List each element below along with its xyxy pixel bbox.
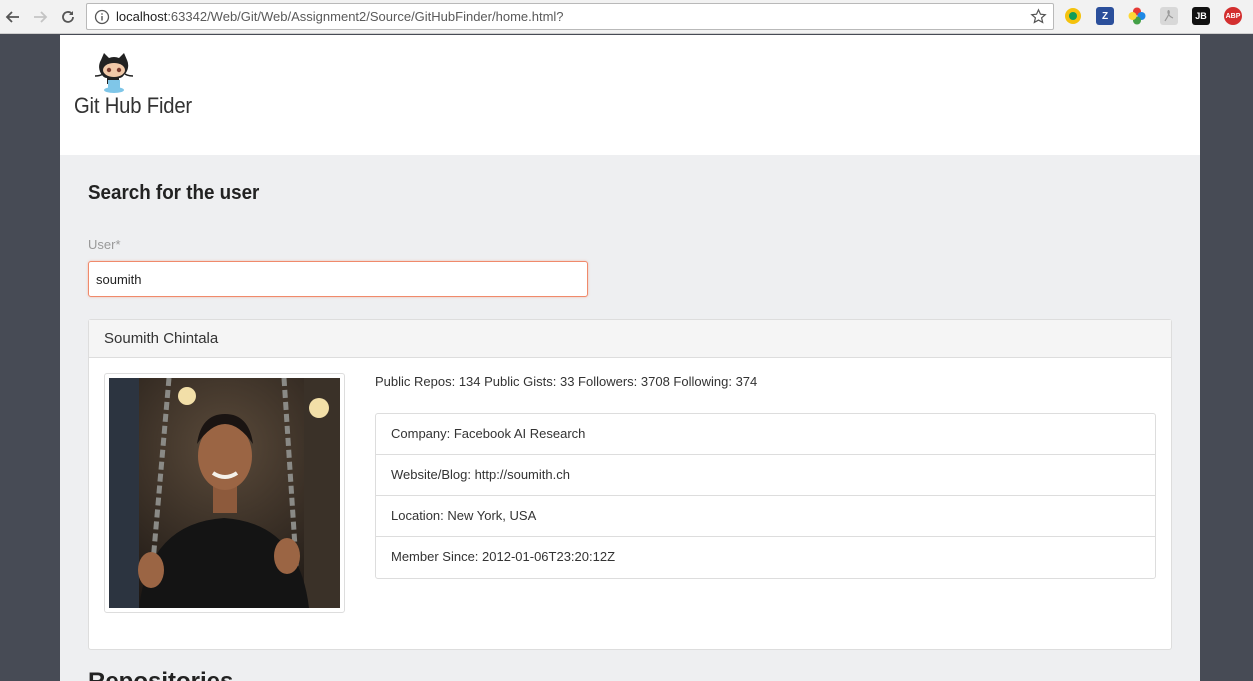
bookmark-star-icon[interactable] bbox=[1030, 8, 1047, 25]
website-item: Website/Blog: http://soumith.ch bbox=[376, 455, 1155, 496]
profile-stats: Public Repos: 134 Public Gists: 33 Follo… bbox=[375, 374, 758, 389]
page-container: Git Hub Fider Search for the user User* … bbox=[60, 35, 1200, 681]
adblock-plus-icon[interactable]: ABP bbox=[1224, 7, 1242, 25]
reload-button[interactable] bbox=[57, 6, 79, 28]
octocat-logo-icon[interactable] bbox=[93, 50, 135, 94]
back-button[interactable] bbox=[2, 6, 24, 28]
zotero-icon[interactable]: Z bbox=[1096, 7, 1114, 25]
jetbrains-icon[interactable]: JB bbox=[1192, 7, 1210, 25]
browser-toolbar: localhost:63342/Web/Git/Web/Assignment2/… bbox=[0, 0, 1253, 34]
url-text: localhost:63342/Web/Git/Web/Assignment2/… bbox=[116, 9, 564, 24]
user-profile-panel: Soumith Chintala Public Repos: 134 Publi… bbox=[88, 319, 1172, 650]
user-field-label: User* bbox=[88, 237, 121, 252]
site-brand[interactable]: Git Hub Fider bbox=[74, 93, 192, 119]
search-heading: Search for the user bbox=[88, 182, 260, 204]
info-icon[interactable] bbox=[94, 9, 110, 25]
reload-icon bbox=[62, 11, 74, 23]
company-item: Company: Facebook AI Research bbox=[376, 414, 1155, 455]
site-header: Git Hub Fider bbox=[60, 35, 1200, 155]
avatar-photo bbox=[109, 378, 340, 608]
arrow-right-icon bbox=[34, 11, 48, 23]
pdf-icon[interactable] bbox=[1160, 7, 1178, 25]
url-path: :63342/Web/Git/Web/Assignment2/Source/Gi… bbox=[167, 9, 564, 24]
user-search-input[interactable] bbox=[88, 261, 588, 297]
profile-name-heading: Soumith Chintala bbox=[89, 320, 1171, 358]
url-host: localhost bbox=[116, 9, 168, 24]
avatar bbox=[104, 373, 345, 613]
location-item: Location: New York, USA bbox=[376, 496, 1155, 537]
address-bar[interactable]: localhost:63342/Web/Git/Web/Assignment2/… bbox=[86, 3, 1054, 30]
google-drive-icon[interactable] bbox=[1064, 7, 1082, 25]
repositories-heading: Repositories bbox=[88, 668, 233, 681]
member-since-item: Member Since: 2012-01-06T23:20:12Z bbox=[391, 549, 616, 564]
forward-button[interactable] bbox=[29, 6, 51, 28]
color-picker-icon[interactable] bbox=[1128, 7, 1146, 25]
profile-details-list: Company: Facebook AI Research Website/Bl… bbox=[375, 413, 1156, 579]
arrow-left-icon bbox=[5, 11, 19, 23]
